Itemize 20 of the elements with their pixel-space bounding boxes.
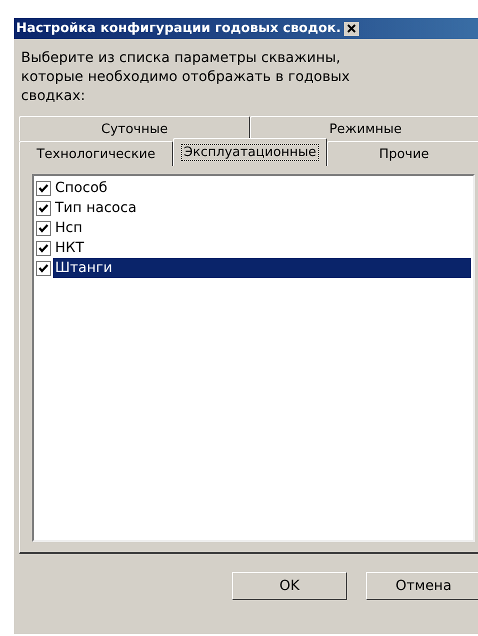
checkbox[interactable] xyxy=(36,260,51,276)
list-item[interactable]: Тип насоса xyxy=(53,198,471,218)
instruction-text: Выберите из списка параметры скважины, которые необходимо отображать в годовых сводках: xyxy=(21,49,351,106)
tab[interactable]: Технологические xyxy=(19,141,173,166)
checkbox[interactable] xyxy=(36,200,51,216)
tab[interactable]: Суточные xyxy=(19,116,250,141)
window-title: Настройка конфигурации годовых сводок. xyxy=(16,21,341,36)
close-icon[interactable] xyxy=(344,22,359,36)
list-item[interactable]: Штанги xyxy=(53,258,471,278)
list-item[interactable]: Способ xyxy=(53,178,471,198)
tab[interactable]: Прочие xyxy=(327,141,478,166)
checkbox[interactable] xyxy=(36,180,51,196)
tab[interactable]: Режимные xyxy=(250,116,478,141)
dialog-button[interactable]: Отмена xyxy=(366,572,478,600)
dialog-button[interactable]: OK xyxy=(232,572,347,600)
checkbox[interactable] xyxy=(36,220,51,236)
checkbox[interactable] xyxy=(36,240,51,256)
list-item[interactable]: НКТ xyxy=(53,238,471,258)
tab[interactable]: Эксплуатационные xyxy=(173,138,327,166)
list-item[interactable]: Нсп xyxy=(53,218,471,238)
